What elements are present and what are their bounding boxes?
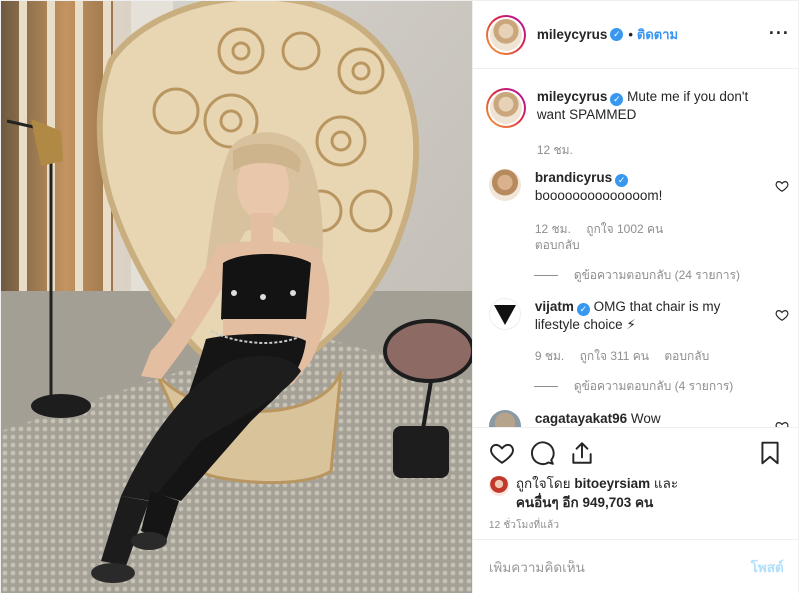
ellipsis-icon[interactable]: ··· [769,23,790,44]
post-actions: ถูกใจโดย bitoeyrsiam และ คนอื่นๆ อีก 949… [472,427,799,531]
view-replies-label[interactable]: ดูข้อความตอบกลับ (4 รายการ) [574,377,733,395]
view-replies-label[interactable]: ดูข้อความตอบกลับ (24 รายการ) [574,266,740,284]
commenter-avatar[interactable] [488,298,521,330]
caption-avatar-ring[interactable] [485,88,526,128]
caption-username[interactable]: mileycyrus [537,89,608,104]
share-icon[interactable] [569,440,595,466]
comment-time: 12 ชม. [534,222,571,236]
comment-text: boooooooooooooom! [534,188,663,203]
likes-summary: ถูกใจโดย bitoeyrsiam และ คนอื่นๆ อีก 949… [488,474,789,512]
comment-input[interactable] [488,559,751,575]
reply-button[interactable]: ตอบกลับ [535,238,580,252]
caption: mileycyrus ✓ Mute me if you don't want SP… [485,88,789,158]
commenter-avatar[interactable] [488,169,521,201]
view-replies[interactable]: ดูข้อความตอบกลับ (4 รายการ) [533,377,765,395]
likes-suffix: และ [650,476,679,491]
action-bar [473,428,799,478]
triangle-logo-icon [493,305,516,325]
caption-avatar [489,92,522,124]
bookmark-icon[interactable] [757,440,783,466]
header-separator: • [628,27,633,42]
verified-badge-icon: ✓ [576,303,590,316]
author-avatar-ring[interactable] [485,14,526,55]
follow-button[interactable]: ติดตาม [637,24,678,45]
post-timestamp[interactable]: 12 ชั่วโมงที่แล้ว [489,518,559,533]
verified-badge-icon: ✓ [615,174,629,187]
reply-button[interactable]: ตอบกลับ [664,349,709,363]
post-header: mileycyrus ✓ • ติดตาม ··· [472,1,799,69]
comment-meta: 9 ชม. ถูกใจ 311 คน ตอบกลับ [535,348,765,364]
comment-likes[interactable]: ถูกใจ 1002 คน [586,222,663,236]
comment-heart-icon[interactable] [775,308,789,322]
verified-badge-icon: ✓ [610,93,624,106]
liker-avatar[interactable] [488,476,509,496]
view-replies[interactable]: ดูข้อความตอบกลับ (24 รายการ) [533,266,765,284]
verified-badge-icon: ✓ [610,28,624,41]
comments-list[interactable]: mileycyrus ✓ Mute me if you don't want SP… [473,70,799,427]
header-user: mileycyrus ✓ • ติดตาม [537,24,678,45]
post-photo[interactable] [1,1,472,593]
instagram-post: mileycyrus ✓ • ติดตาม ··· mileycyrus ✓ Mu… [0,0,799,593]
likes-count: 949,703 คน [582,495,654,510]
photo-illustration [1,1,472,593]
commenter-avatar[interactable] [488,410,521,427]
likes-prefix: ถูกใจโดย [515,476,575,491]
author-avatar [489,18,522,51]
comment-heart-icon[interactable] [775,420,789,427]
comment-likes[interactable]: ถูกใจ 311 คน [580,349,649,363]
post-side-panel: mileycyrus ✓ • ติดตาม ··· mileycyrus ✓ Mu… [471,1,799,593]
likes-count-link[interactable]: คนอื่นๆ อีก 949,703 คน [516,495,653,510]
comment-meta: 12 ชม. ถูกใจ 1002 คน ตอบกลับ [535,221,765,253]
commenter-username[interactable]: brandicyrus [535,170,612,185]
comment-item: brandicyrus ✓ boooooooooooooom! 12 ชม. ถู… [488,169,789,284]
caption-time: 12 ชม. [536,143,573,157]
liker-username[interactable]: bitoeyrsiam [574,476,650,491]
commenter-username[interactable]: vijatm [535,299,574,314]
likes-others-label: คนอื่นๆ อีก [515,495,583,510]
comment-time: 9 ชม. [534,349,565,363]
post-comment-button[interactable]: โพสต์ [751,556,784,578]
comment-icon[interactable] [529,440,555,466]
author-username[interactable]: mileycyrus [537,27,608,42]
comment-item: cagatayakat96 Wow [488,410,789,427]
heart-icon[interactable] [489,440,515,466]
comment-text: Wow [630,411,661,426]
comment-heart-icon[interactable] [775,179,789,193]
comment-item: vijatm ✓ OMG that chair is my lifestyle c… [488,298,789,395]
add-comment-bar: โพสต์ [472,539,799,593]
commenter-username[interactable]: cagatayakat96 [535,411,627,426]
